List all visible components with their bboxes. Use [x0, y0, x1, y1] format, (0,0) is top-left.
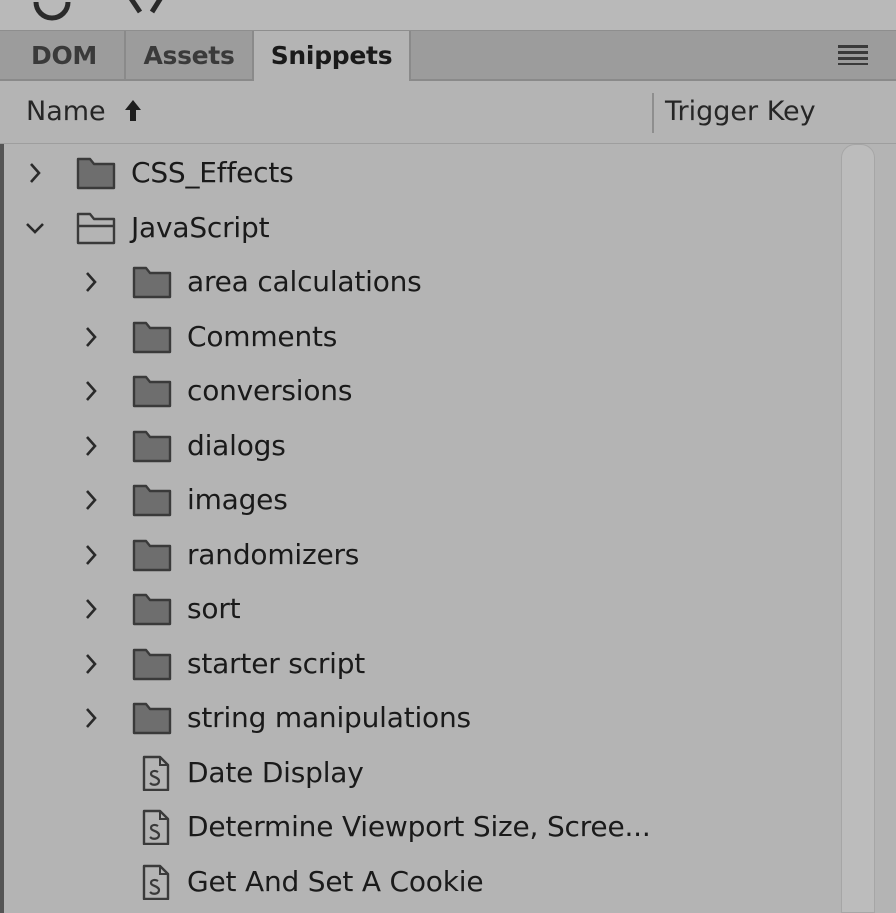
folder-open-icon	[76, 212, 116, 244]
snippet-file-icon	[142, 809, 170, 845]
column-divider[interactable]	[652, 93, 654, 133]
chevron-down-icon[interactable]	[24, 215, 46, 241]
tree-item-label: area calculations	[187, 265, 422, 298]
folder-row-css-effects[interactable]: CSS_Effects	[0, 146, 836, 200]
tree-item-label: Date Display	[187, 755, 364, 789]
folder-icon	[132, 648, 172, 680]
snippet-row-date-display[interactable]: Date Display	[0, 746, 836, 800]
chevron-right-icon[interactable]	[80, 542, 102, 568]
tree-item-label: string manipulations	[187, 701, 471, 734]
scrollbar[interactable]	[841, 144, 875, 913]
chevron-right-icon[interactable]	[80, 433, 102, 459]
folder-row-string-manipulations[interactable]: string manipulations	[0, 691, 836, 745]
chevron-right-icon[interactable]	[80, 378, 102, 404]
folder-icon	[132, 321, 172, 353]
tree-item-label: CSS_Effects	[131, 156, 294, 189]
tree-item-label: JavaScript	[131, 210, 270, 244]
snippet-row-determine-viewport-size-scree[interactable]: Determine Viewport Size, Scree...	[0, 800, 836, 854]
tree-item-label: Comments	[187, 319, 338, 353]
chevron-right-icon[interactable]	[80, 705, 102, 731]
code-icon[interactable]	[122, 0, 168, 28]
refresh-icon[interactable]	[30, 0, 76, 28]
folder-icon	[76, 157, 116, 190]
tree-item-label: sort	[187, 592, 241, 625]
snippet-tree: CSS_Effects JavaScript area calculations Co…	[0, 144, 896, 913]
snippets-panel: DOM Assets Snippets Name Trigger Key CSS…	[0, 0, 896, 913]
folder-row-starter-script[interactable]: starter script	[0, 637, 836, 691]
folder-row-sort[interactable]: sort	[0, 582, 836, 636]
tab-assets[interactable]: Assets	[126, 31, 254, 79]
folder-icon	[132, 375, 172, 408]
tree-item-label: Determine Viewport Size, Scree...	[187, 810, 651, 843]
tree-item-label: randomizers	[187, 537, 360, 571]
tree-item-label: conversions	[187, 374, 353, 407]
folder-row-comments[interactable]: Comments	[0, 310, 836, 364]
folder-row-images[interactable]: images	[0, 473, 836, 527]
folder-icon	[132, 539, 172, 571]
toolbar-strip	[0, 0, 896, 31]
arrow-up-icon[interactable]	[122, 97, 144, 125]
folder-icon	[132, 702, 172, 735]
folder-row-area-calculations[interactable]: area calculations	[0, 255, 836, 309]
tab-dom[interactable]: DOM	[4, 31, 126, 79]
tree-item-label: Get And Set A Cookie	[187, 864, 484, 898]
folder-icon	[132, 430, 172, 462]
snippet-file-icon	[142, 864, 170, 900]
chevron-right-icon[interactable]	[24, 160, 46, 186]
folder-icon	[132, 593, 172, 626]
chevron-right-icon[interactable]	[80, 324, 102, 350]
scrollbar-thumb[interactable]	[841, 144, 875, 913]
column-trigger-key-header[interactable]: Trigger Key	[665, 96, 816, 127]
folder-row-conversions[interactable]: conversions	[0, 364, 836, 418]
column-name-header[interactable]: Name	[26, 96, 106, 127]
panel-tabbar: DOM Assets Snippets	[0, 31, 896, 81]
folder-icon	[132, 266, 172, 299]
column-header: Name Trigger Key	[0, 81, 896, 144]
folder-row-randomizers[interactable]: randomizers	[0, 528, 836, 582]
chevron-right-icon[interactable]	[80, 269, 102, 295]
folder-row-dialogs[interactable]: dialogs	[0, 419, 836, 473]
folder-icon	[132, 484, 172, 517]
folder-row-javascript[interactable]: JavaScript	[0, 201, 836, 255]
snippet-row-get-and-set-a-cookie[interactable]: Get And Set A Cookie	[0, 855, 836, 909]
tree-item-label: dialogs	[187, 428, 286, 462]
tree-item-label: images	[187, 483, 288, 516]
chevron-right-icon[interactable]	[80, 596, 102, 622]
hamburger-menu-icon[interactable]	[838, 45, 868, 65]
chevron-right-icon[interactable]	[80, 487, 102, 513]
tab-snippets[interactable]: Snippets	[254, 31, 411, 81]
tree-item-label: starter script	[187, 646, 366, 680]
chevron-right-icon[interactable]	[80, 651, 102, 677]
snippet-file-icon	[142, 755, 170, 791]
